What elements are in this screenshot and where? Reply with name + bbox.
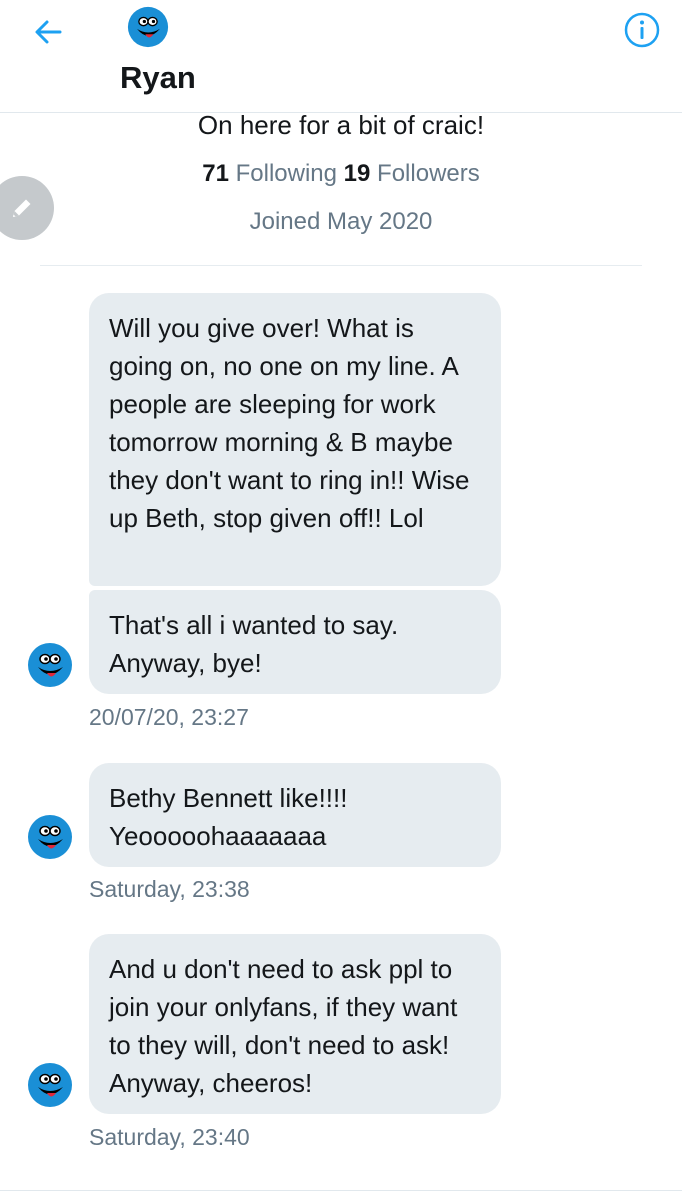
followers-label[interactable]: Followers bbox=[377, 160, 480, 187]
joined-date: Joined May 2020 bbox=[249, 208, 433, 235]
following-label[interactable]: Following bbox=[236, 160, 337, 187]
compose-icon bbox=[13, 199, 31, 217]
message-bubble[interactable]: Will you give over! What is going on, no… bbox=[89, 293, 501, 586]
sender-avatar[interactable] bbox=[27, 1062, 73, 1108]
profile-divider bbox=[40, 265, 642, 266]
message-timestamp: 20/07/20, 23:27 bbox=[89, 704, 249, 730]
message-timestamp: Saturday, 23:40 bbox=[89, 1124, 250, 1150]
sender-avatar[interactable] bbox=[27, 642, 73, 688]
message-bubble[interactable]: And u don't need to ask ppl to join your… bbox=[89, 934, 501, 1114]
message-bubble[interactable]: Bethy Bennett like!!!! Yeooooohaaaaaaa bbox=[89, 763, 501, 867]
profile-bio: On here for a bit of craic! bbox=[197, 110, 485, 140]
header-avatar[interactable] bbox=[127, 6, 169, 48]
back-arrow-icon[interactable] bbox=[28, 12, 68, 52]
following-count[interactable]: 71 bbox=[202, 160, 229, 187]
contact-name: Ryan bbox=[120, 60, 196, 95]
message-timestamp: Saturday, 23:38 bbox=[89, 876, 250, 902]
message-bubble[interactable]: That's all i wanted to say. Anyway, bye! bbox=[89, 590, 501, 694]
info-icon[interactable] bbox=[622, 10, 662, 50]
sender-avatar[interactable] bbox=[27, 814, 73, 860]
conversation-header: Ryan bbox=[0, 0, 682, 113]
follow-stats: 71 Following 19 Followers bbox=[0, 160, 682, 188]
followers-count[interactable]: 19 bbox=[344, 160, 371, 187]
composer-divider bbox=[0, 1190, 682, 1191]
